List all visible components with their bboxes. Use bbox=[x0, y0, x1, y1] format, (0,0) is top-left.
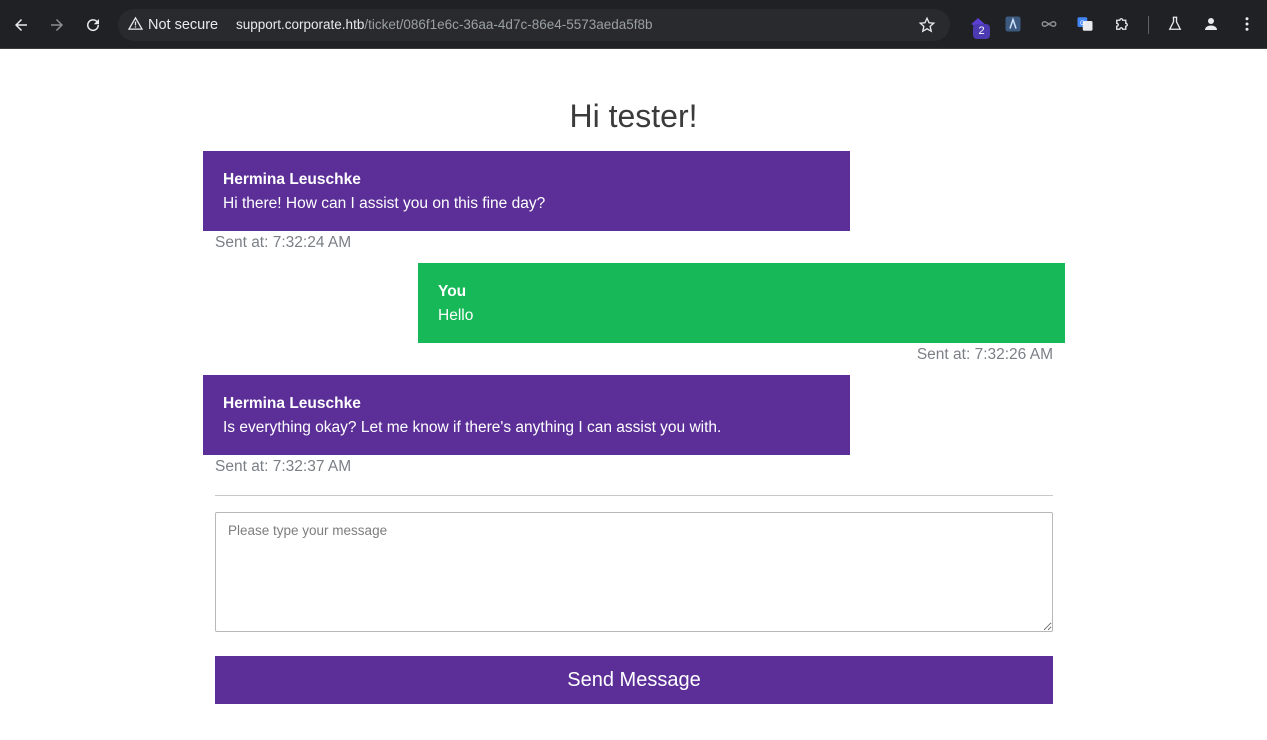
url-host: support.corporate.htb bbox=[236, 17, 365, 32]
message-timestamp: Sent at: 7:32:24 AM bbox=[215, 234, 352, 251]
message-text: Hello bbox=[438, 307, 474, 324]
forward-icon[interactable] bbox=[44, 12, 70, 38]
extension-badge: 2 bbox=[973, 24, 990, 39]
chat-message-agent: Hermina Leuschke Is everything okay? Let… bbox=[203, 375, 850, 455]
labs-icon[interactable] bbox=[1165, 14, 1185, 34]
security-chip[interactable]: Not secure bbox=[127, 9, 219, 41]
message-timestamp: Sent at: 7:32:37 AM bbox=[215, 458, 352, 475]
warning-icon bbox=[127, 16, 144, 35]
message-sender: You bbox=[438, 283, 467, 300]
chat-message-agent: Hermina Leuschke Hi there! How can I ass… bbox=[203, 151, 850, 231]
back-icon[interactable] bbox=[8, 12, 34, 38]
composer-divider bbox=[215, 495, 1053, 496]
send-message-button[interactable]: Send Message bbox=[215, 656, 1053, 704]
profile-icon[interactable] bbox=[1201, 14, 1221, 34]
message-timestamp: Sent at: 7:32:26 AM bbox=[916, 346, 1053, 363]
url-text[interactable]: support.corporate.htb/ticket/086f1e6c-36… bbox=[236, 17, 653, 32]
security-label: Not secure bbox=[148, 17, 219, 33]
infinity-icon[interactable] bbox=[1039, 14, 1059, 34]
message-text: Hi there! How can I assist you on this f… bbox=[223, 195, 546, 212]
star-icon[interactable] bbox=[918, 16, 936, 34]
wappalyzer-icon[interactable] bbox=[1003, 14, 1023, 34]
chat-message-user: You Hello bbox=[418, 263, 1065, 343]
address-bar[interactable]: Not secure support.corporate.htb/ticket/… bbox=[118, 9, 950, 41]
message-sender: Hermina Leuschke bbox=[223, 171, 361, 188]
reload-icon[interactable] bbox=[80, 12, 106, 38]
message-sender: Hermina Leuschke bbox=[223, 395, 361, 412]
message-input[interactable] bbox=[215, 512, 1053, 632]
toolbar-divider bbox=[1148, 16, 1149, 34]
puzzle-icon[interactable] bbox=[1112, 14, 1132, 34]
page-title: Hi tester! bbox=[569, 98, 698, 134]
url-path: /ticket/086f1e6c-36aa-4d7c-86e4-5573aeda… bbox=[364, 17, 653, 32]
browser-toolbar: Not secure support.corporate.htb/ticket/… bbox=[0, 0, 1267, 49]
menu-icon[interactable] bbox=[1237, 14, 1257, 34]
svg-text:G: G bbox=[1080, 21, 1085, 27]
translate-icon[interactable]: G bbox=[1075, 14, 1095, 34]
message-text: Is everything okay? Let me know if there… bbox=[223, 419, 722, 436]
